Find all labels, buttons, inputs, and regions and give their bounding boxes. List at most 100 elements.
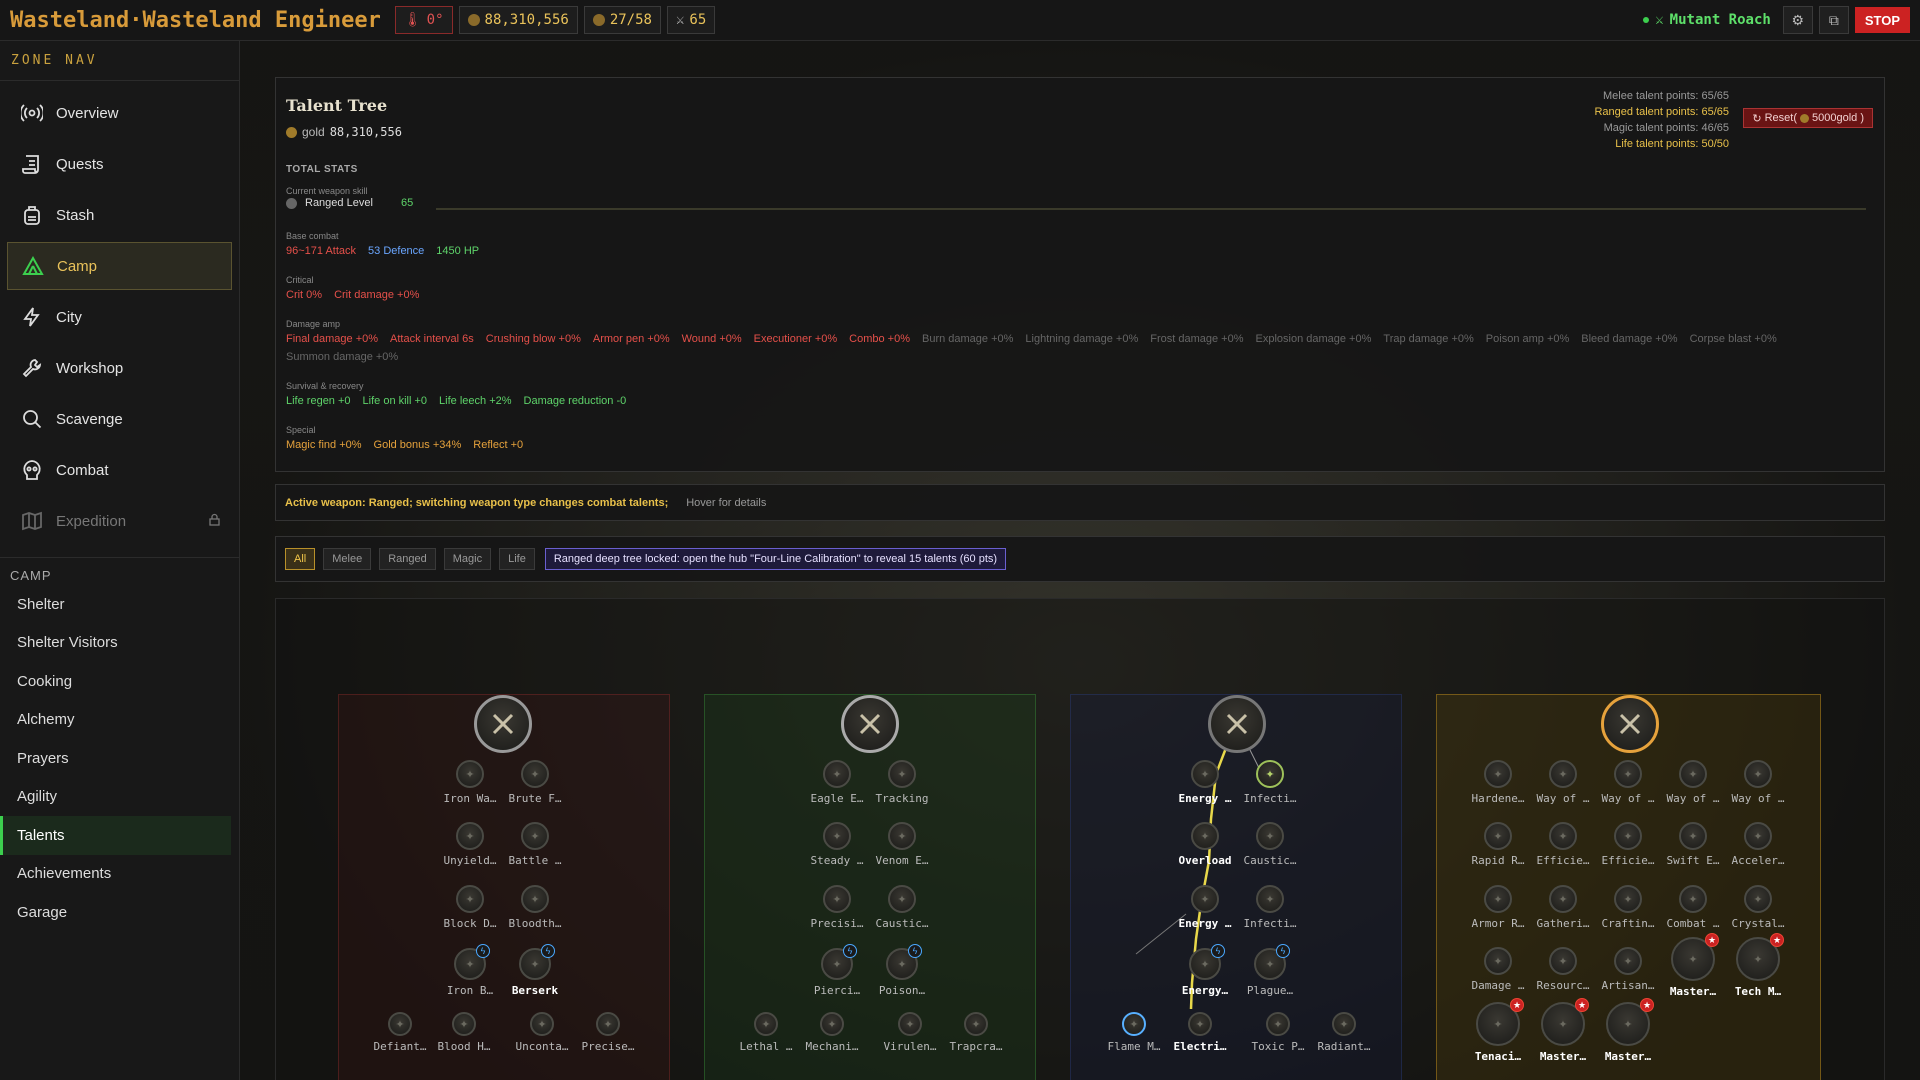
talent-node[interactable]: ✦ [1256, 822, 1284, 850]
talent-node[interactable]: ✦ [1266, 1012, 1290, 1036]
magic-hub[interactable] [1208, 695, 1266, 753]
filter-all[interactable]: All [285, 548, 316, 570]
capacity-chip[interactable]: 27/58 [583, 6, 661, 34]
talent-node[interactable]: ✦ [1549, 822, 1577, 850]
talent-node[interactable]: ✦ [754, 1012, 778, 1036]
talent-node[interactable]: ✦ [1191, 760, 1219, 788]
weapon-level-bar [436, 208, 1866, 210]
talent-node[interactable]: ✦ [964, 1012, 988, 1036]
life-points: Life talent points: 50/50 [1615, 138, 1729, 150]
talent-node[interactable]: ✦ [1679, 885, 1707, 913]
talent-node[interactable]: ✦ [1549, 947, 1577, 975]
talent-node[interactable]: ✦ [456, 822, 484, 850]
stat: Frost damage +0% [1150, 333, 1244, 345]
talent-node[interactable]: ✦ [888, 885, 916, 913]
base-combat-cat: Base combat [286, 231, 339, 241]
talent-node[interactable]: ✦ [1332, 1012, 1356, 1036]
talent-node[interactable]: ✦ [456, 760, 484, 788]
nav-overview[interactable]: Overview [7, 89, 232, 137]
talent-node[interactable]: ✦ [521, 822, 549, 850]
talent-node[interactable]: ✦ [596, 1012, 620, 1036]
talent-node[interactable]: ✦ [1188, 1012, 1212, 1036]
camp-cooking[interactable]: Cooking [0, 662, 239, 701]
talent-node[interactable]: ✦ [521, 885, 549, 913]
nav-scavenge[interactable]: Scavenge [7, 395, 232, 443]
camp-shelter[interactable]: Shelter [0, 585, 239, 624]
talent-node[interactable]: ✦ [1484, 822, 1512, 850]
talent-node[interactable]: ✦ [820, 1012, 844, 1036]
life-hub[interactable] [1601, 695, 1659, 753]
talent-node[interactable]: ✦ [1744, 760, 1772, 788]
power-chip[interactable]: ⚔ 65 [666, 6, 716, 34]
ranged-hub[interactable] [841, 695, 899, 753]
nav-camp[interactable]: Camp [7, 242, 232, 290]
talent-node[interactable]: ✦ [1122, 1012, 1146, 1036]
nav-combat[interactable]: Combat [7, 446, 232, 494]
camp-garage[interactable]: Garage [0, 893, 239, 932]
talent-node[interactable]: ✦ [456, 885, 484, 913]
talent-node[interactable]: ✦ [452, 1012, 476, 1036]
talent-node-label: Tech M… [1734, 985, 1782, 998]
filter-melee[interactable]: Melee [323, 548, 372, 570]
nav-quests[interactable]: Quests [7, 140, 232, 188]
nav-city[interactable]: City [7, 293, 232, 341]
talent-node[interactable]: ✦ [1256, 885, 1284, 913]
talent-node[interactable]: ✦ [1191, 822, 1219, 850]
talent-node[interactable]: ✦ [1614, 947, 1642, 975]
talent-node[interactable]: ✦ [1256, 760, 1284, 788]
camp-shelter-visitors[interactable]: Shelter Visitors [0, 624, 239, 663]
talent-node[interactable]: ✦ [898, 1012, 922, 1036]
talent-node[interactable]: ✦ [888, 822, 916, 850]
camp-alchemy[interactable]: Alchemy [0, 701, 239, 740]
stat-hp: 1450 HP [436, 245, 480, 257]
talent-node[interactable]: ✦ [388, 1012, 412, 1036]
hover-details[interactable]: Hover for details [686, 497, 766, 509]
broadcast-icon [20, 101, 44, 125]
lock-icon [209, 513, 220, 526]
talent-node-label: Poison… [878, 984, 926, 997]
stat: Lightning damage +0% [1025, 333, 1139, 345]
talent-node[interactable]: ✦ [1614, 760, 1642, 788]
filter-magic[interactable]: Magic [443, 548, 492, 570]
talent-node[interactable]: ✦ [823, 822, 851, 850]
talent-node[interactable]: ✦ [1484, 760, 1512, 788]
talent-node[interactable]: ✦ [1614, 885, 1642, 913]
talent-node[interactable]: ✦ [1744, 885, 1772, 913]
talent-node[interactable]: ✦ [823, 885, 851, 913]
nav-expedition[interactable]: Expedition [7, 497, 232, 545]
talent-node[interactable]: ✦ [888, 760, 916, 788]
nav-workshop[interactable]: Workshop [7, 344, 232, 392]
stop-button[interactable]: STOP [1854, 7, 1910, 33]
camp-talents[interactable]: Talents [0, 816, 231, 855]
stat-defence: 53 Defence [368, 245, 425, 257]
reset-talents-button[interactable]: ↻ Reset(5000gold ) [1743, 108, 1873, 128]
lightning-badge-icon: ϟ [908, 944, 922, 958]
talent-node[interactable]: ✦ [521, 760, 549, 788]
search-icon [20, 407, 44, 431]
talent-node[interactable]: ✦ [823, 760, 851, 788]
talent-node[interactable]: ✦ [1679, 822, 1707, 850]
settings-button[interactable]: ⚙ [1782, 6, 1813, 34]
heat-chip[interactable]: 🌡 0° [394, 6, 453, 34]
talent-node[interactable]: ✦ [1549, 760, 1577, 788]
talent-node[interactable]: ✦ [1484, 947, 1512, 975]
gold-chip[interactable]: 88,310,556 [458, 6, 578, 34]
talent-node[interactable]: ✦ [1549, 885, 1577, 913]
camp-agility[interactable]: Agility [0, 778, 239, 817]
talent-node[interactable]: ✦ [1744, 822, 1772, 850]
talent-node[interactable]: ✦ [1191, 885, 1219, 913]
star-badge-icon: ★ [1770, 933, 1784, 947]
layout-button[interactable]: ⧉ [1818, 6, 1849, 34]
talent-node[interactable]: ✦ [530, 1012, 554, 1036]
wrench-icon [20, 356, 44, 380]
talent-node[interactable]: ✦ [1484, 885, 1512, 913]
filter-life[interactable]: Life [499, 548, 535, 570]
filter-ranged[interactable]: Ranged [379, 548, 436, 570]
camp-achievements[interactable]: Achievements [0, 855, 239, 894]
talent-node[interactable]: ✦ [1614, 822, 1642, 850]
talent-node[interactable]: ✦ [1679, 760, 1707, 788]
nav-stash[interactable]: Stash [7, 191, 232, 239]
melee-hub[interactable] [474, 695, 532, 753]
active-weapon-text: Active weapon: Ranged; switching weapon … [285, 496, 669, 509]
camp-prayers[interactable]: Prayers [0, 739, 239, 778]
